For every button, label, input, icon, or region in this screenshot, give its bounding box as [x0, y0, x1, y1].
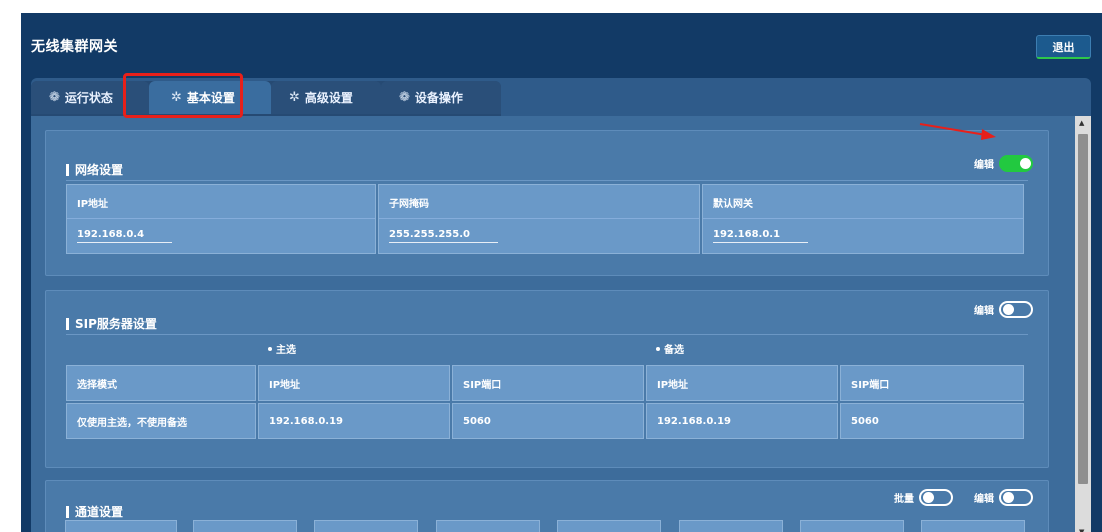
network-edit-toggle-group: 编辑 — [974, 155, 1033, 172]
channel-edit-toggle[interactable] — [999, 489, 1033, 506]
default-gateway-input[interactable]: 192.168.0.1 — [713, 229, 809, 243]
logout-button[interactable]: 退出 — [1036, 35, 1091, 59]
toggle-knob — [1020, 158, 1031, 169]
edit-label: 编辑 — [974, 494, 994, 505]
backup-port-label-cell: SIP端口 — [840, 365, 1024, 401]
settings-panel: ❁ 运行状态 ✲ 基本设置 ✲ 高级设置 ❁ 设备操作 网络设置 编辑 IP地址… — [31, 78, 1091, 532]
backup-header: 备选 — [656, 341, 684, 356]
channel-box[interactable] — [65, 520, 177, 532]
tab-status[interactable]: ❁ 运行状态 — [31, 81, 149, 114]
channel-box[interactable] — [314, 520, 418, 532]
content-area: 网络设置 编辑 IP地址 192.168.0.4 子网掩码 255.255.25… — [31, 116, 1075, 532]
mode-value[interactable]: 仅使用主选，不使用备选 — [66, 403, 256, 439]
backup-ip-value[interactable]: 192.168.0.19 — [646, 403, 838, 439]
field-label: IP地址 — [77, 199, 109, 210]
batch-label: 批量 — [894, 494, 914, 505]
toggle-knob — [1003, 492, 1014, 503]
channel-box[interactable] — [193, 520, 297, 532]
sip-edit-toggle[interactable] — [999, 301, 1033, 318]
primary-port-value[interactable]: 5060 — [452, 403, 644, 439]
scroll-down-icon[interactable]: ▼ — [1079, 528, 1084, 532]
asterisk-icon: ✲ — [171, 90, 182, 105]
channel-box[interactable] — [557, 520, 661, 532]
ip-address-field: IP地址 192.168.0.4 — [66, 184, 376, 254]
app-window: 无线集群网关 退出 ❁ 运行状态 ✲ 基本设置 ✲ 高级设置 ❁ 设备操作 网络… — [21, 13, 1102, 532]
tab-device-operation[interactable]: ❁ 设备操作 — [381, 81, 501, 114]
vertical-scrollbar[interactable]: ▲ ▼ — [1075, 116, 1091, 532]
network-settings-section: 网络设置 编辑 IP地址 192.168.0.4 子网掩码 255.255.25… — [45, 130, 1049, 276]
scroll-up-icon[interactable]: ▲ — [1079, 119, 1084, 127]
subnet-mask-input[interactable]: 255.255.255.0 — [389, 229, 498, 243]
field-label: 子网掩码 — [389, 199, 429, 210]
primary-port-label-cell: SIP端口 — [452, 365, 644, 401]
sip-settings-section: SIP服务器设置 编辑 主选 备选 选择模式 IP地址 SIP端口 IP地址 S… — [45, 290, 1049, 468]
asterisk-icon: ✲ — [289, 90, 300, 105]
edit-label: 编辑 — [974, 160, 994, 171]
channel-box[interactable] — [800, 520, 904, 532]
subnet-mask-field: 子网掩码 255.255.255.0 — [378, 184, 700, 254]
toggle-knob — [1003, 304, 1014, 315]
scroll-thumb[interactable] — [1078, 134, 1088, 484]
gear-icon: ❁ — [49, 90, 60, 105]
channel-box[interactable] — [679, 520, 783, 532]
tab-bar: ❁ 运行状态 ✲ 基本设置 ✲ 高级设置 ❁ 设备操作 — [31, 78, 1091, 116]
app-title: 无线集群网关 — [31, 39, 118, 55]
default-gateway-field: 默认网关 192.168.0.1 — [702, 184, 1024, 254]
channel-box[interactable] — [436, 520, 540, 532]
tab-basic-settings[interactable]: ✲ 基本设置 — [149, 81, 271, 114]
channel-edit-toggle-group: 编辑 — [974, 489, 1033, 506]
mode-label-cell: 选择模式 — [66, 365, 256, 401]
section-title: 网络设置 — [66, 161, 123, 178]
backup-port-value[interactable]: 5060 — [840, 403, 1024, 439]
primary-header: 主选 — [268, 341, 296, 356]
tab-advanced-settings[interactable]: ✲ 高级设置 — [271, 81, 381, 114]
network-edit-toggle[interactable] — [999, 155, 1033, 172]
toggle-knob — [923, 492, 934, 503]
backup-ip-label-cell: IP地址 — [646, 365, 838, 401]
channel-box[interactable] — [921, 520, 1025, 532]
field-label: 默认网关 — [713, 199, 753, 210]
primary-ip-label-cell: IP地址 — [258, 365, 450, 401]
section-title: SIP服务器设置 — [66, 315, 157, 332]
gear-icon: ❁ — [399, 90, 410, 105]
primary-ip-value[interactable]: 192.168.0.19 — [258, 403, 450, 439]
sip-edit-toggle-group: 编辑 — [974, 301, 1033, 318]
channel-batch-toggle[interactable] — [919, 489, 953, 506]
edit-label: 编辑 — [974, 306, 994, 317]
channel-batch-toggle-group: 批量 — [894, 489, 953, 506]
ip-address-input[interactable]: 192.168.0.4 — [77, 229, 173, 243]
section-title: 通道设置 — [66, 503, 123, 520]
